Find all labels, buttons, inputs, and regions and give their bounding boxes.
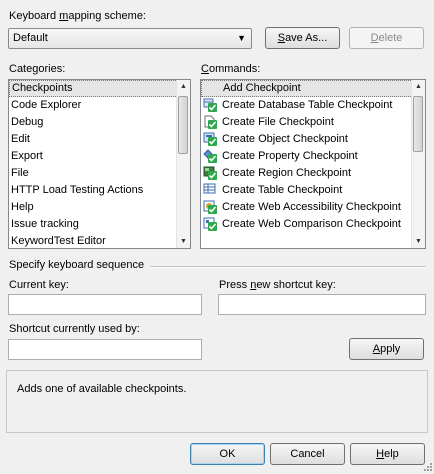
category-item[interactable]: Code Explorer (9, 97, 190, 114)
scroll-up-icon[interactable]: ▲ (412, 80, 425, 93)
file-checkpoint-icon (203, 115, 217, 129)
apply-button[interactable]: Apply (349, 338, 424, 360)
description-text: Adds one of available checkpoints. (17, 383, 187, 395)
object-checkpoint-icon (203, 132, 217, 146)
category-item[interactable]: Debug (9, 114, 190, 131)
categories-scrollbar[interactable]: ▲ ▼ (176, 80, 190, 248)
command-label: Create Object Checkpoint (222, 133, 348, 145)
categories-list[interactable]: Checkpoints Code Explorer Debug Edit Export F… (8, 79, 191, 249)
scroll-thumb[interactable] (178, 96, 188, 154)
command-label: Create Property Checkpoint (222, 150, 358, 162)
chevron-down-icon: ▼ (237, 33, 246, 43)
web-comparison-checkpoint-icon (203, 217, 217, 231)
scroll-down-icon[interactable]: ▼ (412, 235, 425, 248)
category-item[interactable]: Edit (9, 131, 190, 148)
command-label: Create Region Checkpoint (222, 167, 352, 179)
command-label: Create Web Comparison Checkpoint (222, 218, 401, 230)
command-label: Create File Checkpoint (222, 116, 334, 128)
used-by-label: Shortcut currently used by: (9, 323, 140, 335)
category-item[interactable]: HTTP Load Testing Actions (9, 182, 190, 199)
command-label: Create Web Accessibility Checkpoint (222, 201, 401, 213)
categories-label: Categories: (9, 63, 66, 75)
section-divider (150, 266, 426, 268)
new-key-label: Press new shortcut key: (219, 279, 336, 291)
category-item[interactable]: Help (9, 199, 190, 216)
database-checkpoint-icon (203, 98, 217, 112)
scroll-up-icon[interactable]: ▲ (177, 80, 190, 93)
category-item[interactable]: Export (9, 148, 190, 165)
cancel-button[interactable]: Cancel (270, 443, 345, 465)
property-checkpoint-icon (203, 149, 217, 163)
command-item[interactable]: Add Checkpoint (201, 80, 425, 97)
category-item[interactable]: Checkpoints (9, 80, 190, 97)
command-item[interactable]: Create Property Checkpoint (201, 148, 425, 165)
category-item[interactable]: File (9, 165, 190, 182)
delete-button[interactable]: Delete (349, 27, 424, 49)
used-by-field (8, 339, 202, 360)
ok-button[interactable]: OK (190, 443, 265, 465)
command-label: Add Checkpoint (223, 82, 301, 94)
command-item[interactable]: Create Object Checkpoint (201, 131, 425, 148)
command-item[interactable]: Create Region Checkpoint (201, 165, 425, 182)
region-checkpoint-icon (203, 166, 217, 180)
category-item[interactable]: Issue tracking (9, 216, 190, 233)
scheme-label: Keyboard mapping scheme: (9, 10, 146, 22)
command-item[interactable]: Create File Checkpoint (201, 114, 425, 131)
description-panel: Adds one of available checkpoints. (6, 370, 428, 433)
command-label: Create Table Checkpoint (222, 184, 343, 196)
scheme-value: Default (13, 32, 48, 44)
command-label: Create Database Table Checkpoint (222, 99, 393, 111)
scroll-thumb[interactable] (413, 96, 423, 152)
commands-list[interactable]: Add Checkpoint Create Database Table Chec… (200, 79, 426, 249)
category-item[interactable]: KeywordTest Editor (9, 233, 190, 248)
command-item[interactable]: Create Database Table Checkpoint (201, 97, 425, 114)
command-item[interactable]: Create Web Accessibility Checkpoint (201, 199, 425, 216)
size-grip-icon[interactable] (422, 461, 432, 471)
new-key-field[interactable] (218, 294, 426, 315)
web-accessibility-checkpoint-icon (203, 200, 217, 214)
command-item[interactable]: Create Web Comparison Checkpoint (201, 216, 425, 233)
commands-scrollbar[interactable]: ▲ ▼ (411, 80, 425, 248)
current-key-label: Current key: (9, 279, 69, 291)
save-as-button[interactable]: Save As... (265, 27, 340, 49)
scroll-down-icon[interactable]: ▼ (177, 235, 190, 248)
command-item[interactable]: Create Table Checkpoint (201, 182, 425, 199)
table-checkpoint-icon (203, 183, 217, 197)
current-key-field[interactable] (8, 294, 202, 315)
keyboard-section-label: Specify keyboard sequence (9, 259, 145, 271)
help-button[interactable]: Help (350, 443, 425, 465)
scheme-dropdown[interactable]: Default ▼ (8, 28, 252, 49)
commands-label: Commands: (201, 63, 261, 75)
